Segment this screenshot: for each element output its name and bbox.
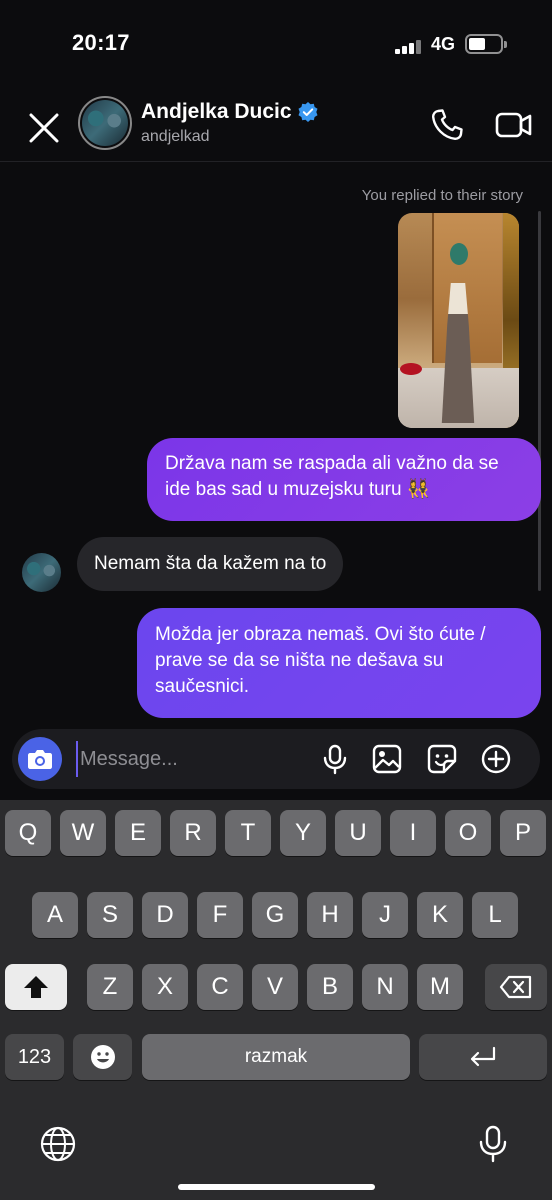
emoji-icon — [90, 1045, 115, 1069]
battery-icon — [465, 34, 507, 54]
key-n[interactable]: N — [362, 964, 408, 1010]
dictation-microphone-icon[interactable] — [473, 1124, 513, 1164]
story-thumbnail[interactable] — [398, 213, 519, 428]
received-message-bubble[interactable]: Nemam šta da kažem na to — [77, 537, 344, 591]
shift-icon — [24, 976, 48, 998]
sticker-icon[interactable] — [426, 743, 458, 775]
numbers-key[interactable]: 123 — [5, 1034, 64, 1080]
key-d[interactable]: D — [142, 892, 188, 938]
return-key[interactable] — [419, 1034, 547, 1080]
key-p[interactable]: P — [500, 810, 546, 856]
key-z[interactable]: Z — [87, 964, 133, 1010]
key-w[interactable]: W — [60, 810, 106, 856]
video-call-button[interactable] — [494, 106, 534, 144]
add-icon[interactable] — [480, 743, 512, 775]
camera-icon — [28, 750, 52, 769]
message-thread[interactable]: You replied to their story Država nam se… — [0, 163, 552, 723]
microphone-icon[interactable] — [319, 743, 351, 775]
chat-header: Andjelka Ducic andjelkad — [0, 92, 552, 162]
close-icon — [29, 113, 59, 143]
key-t[interactable]: T — [225, 810, 271, 856]
sender-avatar[interactable] — [22, 553, 61, 592]
home-indicator[interactable] — [178, 1184, 375, 1190]
key-m[interactable]: M — [417, 964, 463, 1010]
avatar[interactable] — [78, 96, 132, 150]
key-o[interactable]: O — [445, 810, 491, 856]
key-h[interactable]: H — [307, 892, 353, 938]
contact-name: Andjelka Ducic — [141, 100, 292, 123]
close-button[interactable] — [22, 106, 66, 150]
sent-message-bubble[interactable]: Država nam se raspada ali važno da se id… — [147, 438, 541, 521]
verified-badge-icon — [298, 102, 318, 122]
key-e[interactable]: E — [115, 810, 161, 856]
gallery-icon[interactable] — [371, 743, 403, 775]
key-q[interactable]: Q — [5, 810, 51, 856]
network-label: 4G — [431, 34, 456, 54]
key-l[interactable]: L — [472, 892, 518, 938]
key-j[interactable]: J — [362, 892, 408, 938]
status-time: 20:17 — [72, 30, 130, 55]
contact-username: andjelkad — [141, 128, 210, 145]
key-c[interactable]: C — [197, 964, 243, 1010]
story-reply-label: You replied to their story — [361, 187, 523, 204]
key-v[interactable]: V — [252, 964, 298, 1010]
key-g[interactable]: G — [252, 892, 298, 938]
message-input[interactable] — [76, 741, 316, 777]
return-icon — [470, 1046, 496, 1067]
phone-icon — [431, 109, 463, 141]
signal-icon — [395, 38, 423, 54]
key-i[interactable]: I — [390, 810, 436, 856]
key-f[interactable]: F — [197, 892, 243, 938]
audio-call-button[interactable] — [428, 106, 466, 144]
key-s[interactable]: S — [87, 892, 133, 938]
video-camera-icon — [495, 112, 532, 138]
backspace-key[interactable] — [485, 964, 547, 1010]
key-k[interactable]: K — [417, 892, 463, 938]
thread-scrollbar[interactable] — [538, 211, 541, 591]
contact-name-row[interactable]: Andjelka Ducic — [141, 100, 318, 124]
status-bar: 20:17 4G — [0, 0, 552, 92]
key-y[interactable]: Y — [280, 810, 326, 856]
key-u[interactable]: U — [335, 810, 381, 856]
emoji-key[interactable] — [73, 1034, 132, 1080]
key-b[interactable]: B — [307, 964, 353, 1010]
message-composer — [12, 729, 540, 789]
sent-message-bubble[interactable]: Možda jer obraza nemaš. Ovi što ćute / p… — [137, 608, 541, 718]
key-r[interactable]: R — [170, 810, 216, 856]
space-key[interactable]: razmak — [142, 1034, 410, 1080]
keyboard: Q W E R T Y U I O P A S D F G H J K L Z … — [0, 800, 552, 1200]
backspace-icon — [499, 975, 532, 999]
key-x[interactable]: X — [142, 964, 188, 1010]
globe-icon[interactable] — [38, 1124, 78, 1164]
camera-button[interactable] — [18, 737, 62, 781]
key-a[interactable]: A — [32, 892, 78, 938]
shift-key[interactable] — [5, 964, 67, 1010]
